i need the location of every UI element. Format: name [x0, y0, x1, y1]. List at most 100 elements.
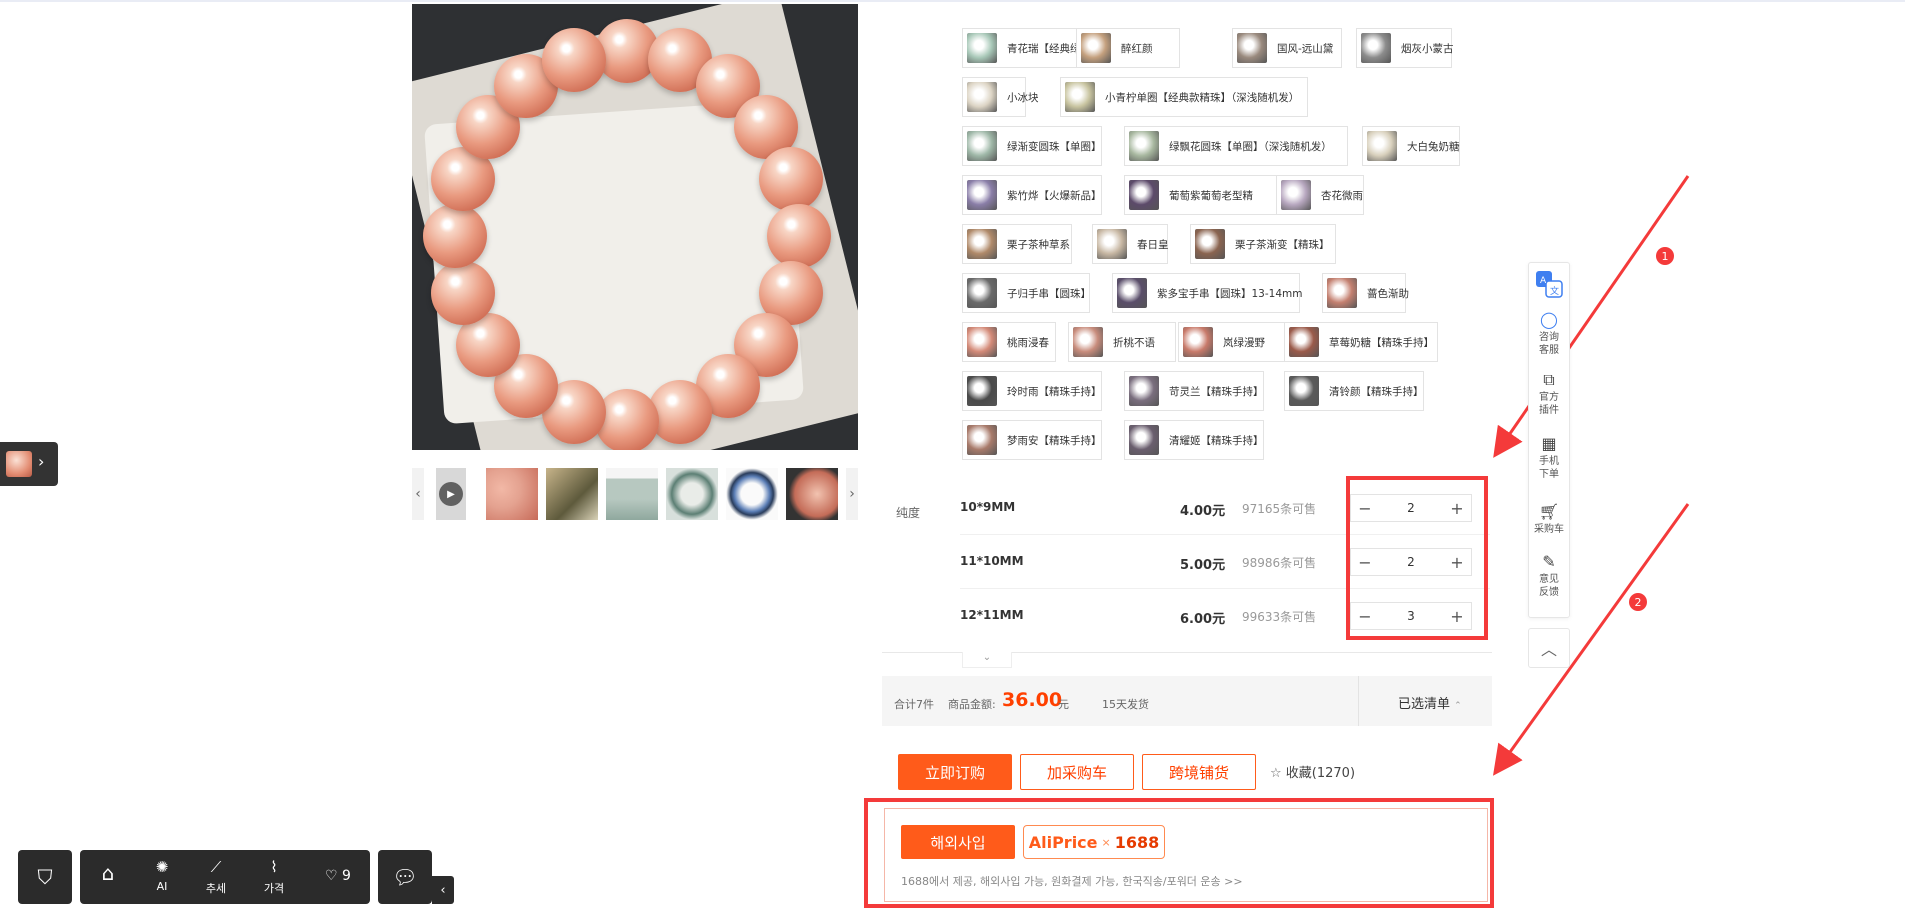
option-chip[interactable]: 清耀姬【精珠手持】: [1124, 420, 1264, 460]
sidebar-label-feedback: 意见反馈: [1539, 574, 1559, 598]
option-swatch: [967, 131, 997, 161]
translate-icon: A 文: [1536, 271, 1563, 298]
annotation-badge-1: 1: [1656, 247, 1674, 265]
option-chip[interactable]: 子归手串【圆珠】: [962, 273, 1091, 313]
left-floating-preview[interactable]: ›: [0, 442, 58, 486]
option-swatch: [1097, 229, 1127, 259]
option-chip[interactable]: 大白兔奶糖: [1362, 126, 1460, 166]
toolbar-favorite-button[interactable]: ♡ 9: [312, 868, 364, 884]
favorite-button[interactable]: ☆ 收藏(1270): [1270, 762, 1355, 781]
option-chip[interactable]: 小冰块: [962, 77, 1039, 117]
option-chip[interactable]: 春日皇: [1092, 224, 1169, 264]
option-chip[interactable]: 烟灰小蒙古: [1356, 28, 1454, 68]
price-curve-icon: ⌇: [270, 858, 278, 876]
aliprice-logo[interactable]: AliPrice × 1688: [1023, 825, 1165, 859]
option-chip[interactable]: 梦雨安【精珠手持】: [962, 420, 1102, 460]
summary-divider: [1358, 676, 1359, 726]
toolbar-bag-button[interactable]: ⛉: [18, 850, 72, 904]
option-label: 紫多宝手串【圆珠】13-14mm: [1157, 287, 1303, 300]
option-label: 折桃不语: [1113, 336, 1155, 349]
sidebar-item-feedback[interactable]: ✎ 意见反馈: [1529, 553, 1569, 599]
toolbar-trend-label: 추세: [205, 882, 227, 895]
total-amount: 36.00: [1002, 689, 1063, 711]
option-label: 苛灵兰【精珠手持】: [1169, 385, 1264, 398]
translate-button[interactable]: A 文: [1529, 269, 1569, 303]
right-sidebar: A 文 ◯ 咨询客服 ⧉ 官方插件 ▦ 手机下单 🛒︎ 采购车 ✎ 意见反馈: [1528, 262, 1570, 618]
option-label: 葡萄紫葡萄老型精: [1169, 189, 1253, 202]
shopping-bag-icon: ⛉: [37, 865, 53, 889]
thumbnail-video[interactable]: ▶: [436, 468, 466, 520]
option-chip[interactable]: 折桃不语: [1068, 322, 1176, 362]
bead: [541, 28, 606, 93]
option-label: 蔷色渐助: [1367, 287, 1409, 300]
buy-now-button[interactable]: 立即订购: [898, 754, 1012, 790]
home-icon: ⌂: [101, 861, 115, 885]
sidebar-item-customer-service[interactable]: ◯ 咨询客服: [1529, 311, 1569, 357]
sidebar-item-cart[interactable]: 🛒︎ 采购车: [1529, 503, 1569, 536]
thumbnail-strip: ‹ ▶ ›: [412, 466, 858, 522]
option-chip[interactable]: 绿飘花圆珠【单圈】（深浅随机发）: [1124, 126, 1348, 166]
option-chip[interactable]: 小青柠单圈【经典款精珠】（深浅随机发）: [1060, 77, 1308, 117]
option-label: 小冰块: [1007, 91, 1039, 104]
thumbnail-6[interactable]: [726, 468, 778, 520]
option-chip[interactable]: 国风-远山黛: [1232, 28, 1342, 68]
currency-label: 元: [1058, 698, 1069, 711]
option-swatch: [1195, 229, 1225, 259]
toolbar-chat-button[interactable]: 💬︎: [378, 850, 432, 904]
option-label: 岚绿漫野: [1223, 336, 1265, 349]
add-to-cart-button[interactable]: 加采购车: [1020, 754, 1134, 790]
expand-chevron-button[interactable]: ⌄: [962, 652, 1012, 668]
cart-icon: 🛒︎: [1538, 502, 1560, 521]
amount-label: 商品金额:: [948, 698, 996, 711]
option-chip[interactable]: 紫竹烨【火爆新品】: [962, 175, 1102, 215]
option-chip[interactable]: 岚绿漫野: [1178, 322, 1292, 362]
option-chip[interactable]: 绿渐变圆珠【单圈】: [962, 126, 1102, 166]
cross-border-button[interactable]: 跨境铺货: [1142, 754, 1256, 790]
scroll-top-button[interactable]: ︿: [1528, 628, 1570, 668]
option-chip[interactable]: 栗子茶种草系: [962, 224, 1072, 264]
edit-icon: ✎: [1542, 552, 1556, 571]
thumbnail-4[interactable]: [606, 468, 658, 520]
option-label: 醉红颜: [1121, 42, 1153, 55]
ai-icon: ✺: [155, 858, 169, 876]
option-swatch: [1367, 131, 1397, 161]
selected-list-button[interactable]: 已选清单 ⌃: [1398, 693, 1462, 712]
option-chip[interactable]: 紫多宝手串【圆珠】13-14mm: [1112, 273, 1303, 313]
spec-stock: 99633条可售: [1242, 610, 1317, 624]
thumb-next-button[interactable]: ›: [846, 468, 858, 520]
option-swatch: [1361, 33, 1391, 63]
thumb-prev-button[interactable]: ‹: [412, 468, 424, 520]
option-chip[interactable]: 栗子茶渐变【精珠】: [1190, 224, 1336, 264]
option-chip[interactable]: 桃雨浸春: [962, 322, 1056, 362]
option-chip[interactable]: 醉红颜: [1076, 28, 1180, 68]
overseas-purchase-button[interactable]: 해외사입: [901, 825, 1015, 859]
option-chip[interactable]: 蔷色渐助: [1322, 273, 1409, 313]
option-chip[interactable]: 玲时雨【精珠手持】: [962, 371, 1102, 411]
toolbar-price-button[interactable]: ⌇ 가격: [248, 858, 300, 896]
selected-list-label: 已选清单: [1398, 697, 1451, 712]
toolbar-collapse-button[interactable]: ‹: [432, 876, 454, 904]
thumbnail-5[interactable]: [666, 468, 718, 520]
thumbnail-3[interactable]: [546, 468, 598, 520]
sidebar-item-mobile[interactable]: ▦ 手机下单: [1529, 435, 1569, 481]
thumbnail-7[interactable]: [786, 468, 838, 520]
thumbnail-2[interactable]: [486, 468, 538, 520]
toolbar-price-label: 가격: [263, 882, 285, 895]
main-product-image[interactable]: [412, 4, 858, 450]
toolbar-home-button[interactable]: ⌂: [82, 861, 134, 886]
toolbar-ai-button[interactable]: ✺ AI: [136, 858, 188, 893]
aliprice-note-link[interactable]: 1688에서 제공, 해외사입 가능, 원화결제 가능, 한국직송/포워더 운송…: [901, 873, 1243, 889]
toolbar-trend-button[interactable]: ⟋ 추세: [190, 858, 242, 896]
option-swatch: [967, 425, 997, 455]
option-chip[interactable]: 杏花微雨: [1276, 175, 1364, 215]
option-chip[interactable]: 清铃颜【精珠手持】: [1284, 371, 1424, 411]
option-swatch: [1065, 82, 1095, 112]
option-chip[interactable]: 草莓奶糖【精珠手持】: [1284, 322, 1438, 362]
option-chip[interactable]: 葡萄紫葡萄老型精: [1124, 175, 1286, 215]
spec-size: 12*11MM: [960, 608, 1024, 622]
option-swatch: [967, 82, 997, 112]
svg-text:A: A: [1540, 276, 1547, 286]
option-chip[interactable]: 苛灵兰【精珠手持】: [1124, 371, 1264, 411]
sidebar-item-plugin[interactable]: ⧉ 官方插件: [1529, 371, 1569, 417]
option-label: 绿渐变圆珠【单圈】: [1007, 140, 1102, 153]
